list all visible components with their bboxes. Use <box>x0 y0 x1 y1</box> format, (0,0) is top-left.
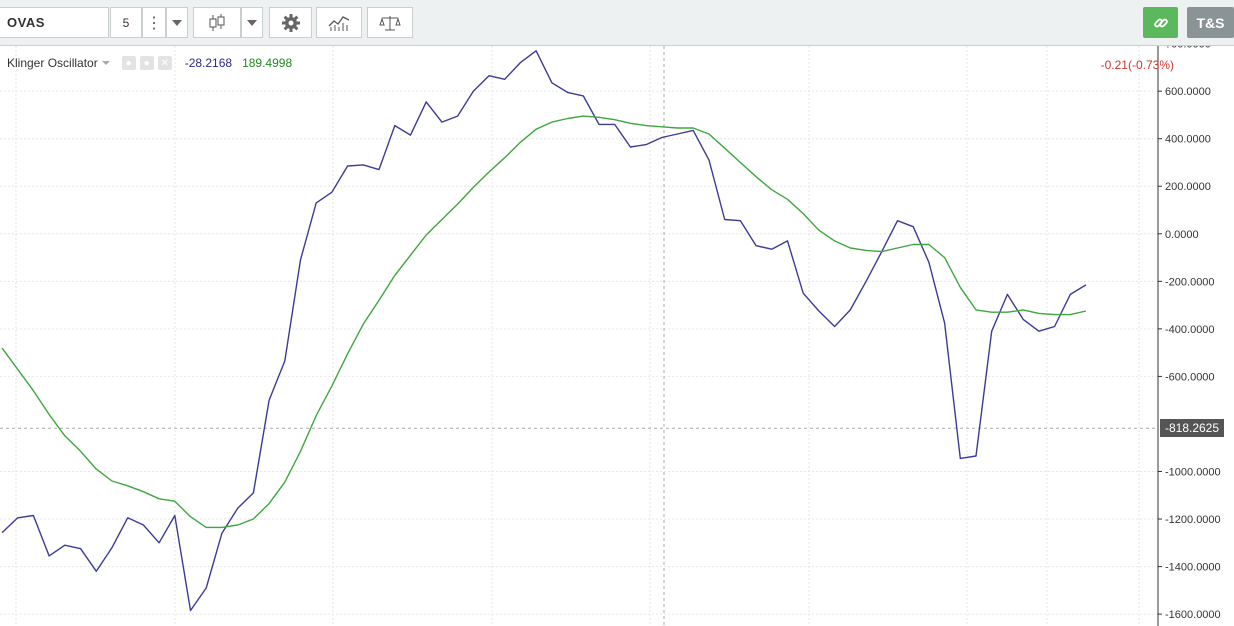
y-tick-label-11: ?00.0000 <box>1165 46 1211 51</box>
interval-menu-icon[interactable]: ⋮ <box>142 7 166 38</box>
signal-value: 189.4998 <box>242 56 293 70</box>
price-axis: -1600.0000 -1400.0000 -1200.0000 -1000.0000… <box>1158 46 1221 621</box>
kvo-line <box>1 50 1087 612</box>
y-tick-label-6: -200.0000 <box>1165 276 1215 288</box>
indicator-menu-chevron-icon[interactable] <box>101 61 110 65</box>
y-tick-label-7: 0.0000 <box>1165 229 1199 241</box>
chart-type-button[interactable] <box>193 7 241 38</box>
interval-input[interactable]: 5 <box>110 7 142 38</box>
candlestick-icon <box>209 13 225 31</box>
crosshair-price-tag: -818.2625 <box>1160 419 1224 438</box>
y-tick-label-1: -1400.0000 <box>1165 562 1221 574</box>
settings-icon[interactable]: ● <box>139 56 154 70</box>
time-and-sales-button[interactable]: T&S <box>1187 7 1234 38</box>
chart-canvas[interactable]: -1600.0000 -1400.0000 -1200.0000 -1000.0000… <box>0 46 1234 626</box>
indicators-button[interactable] <box>316 7 362 38</box>
visibility-eye-icon[interactable]: ● <box>121 56 136 70</box>
series-group <box>1 50 1087 612</box>
toolbar: OVAS 5 ⋮ T&S <box>0 0 1234 46</box>
y-tick-label-4: -600.0000 <box>1165 371 1215 383</box>
y-tick-label-8: 200.0000 <box>1165 181 1211 193</box>
compare-button[interactable] <box>367 7 413 38</box>
indicator-legend: Klinger Oscillator ● ● ✕ -28.2168 189.49… <box>7 56 292 70</box>
gear-icon <box>281 13 300 32</box>
remove-close-icon[interactable]: ✕ <box>157 56 172 70</box>
share-link-button[interactable] <box>1143 7 1178 38</box>
settings-button[interactable] <box>269 7 312 38</box>
chart-grid <box>0 46 1158 626</box>
y-tick-label-10: 600.0000 <box>1165 86 1211 98</box>
link-icon <box>1153 18 1168 27</box>
kvo-value: -28.2168 <box>184 56 233 70</box>
price-change: -0.21(-0.73%) <box>1100 58 1174 72</box>
y-tick-label-2: -1200.0000 <box>1165 514 1221 526</box>
chart-type-dropdown-chevron-icon[interactable] <box>241 7 263 38</box>
interval-dropdown-chevron-icon[interactable] <box>166 7 188 38</box>
indicator-name[interactable]: Klinger Oscillator <box>7 56 98 70</box>
symbol-input[interactable]: OVAS <box>0 7 109 38</box>
y-tick-label-5: -400.0000 <box>1165 324 1215 336</box>
y-tick-label-3: -1000.0000 <box>1165 466 1221 478</box>
scale-icon <box>379 15 401 30</box>
y-tick-label-9: 400.0000 <box>1165 134 1211 146</box>
indicators-icon <box>328 15 350 31</box>
signal-line <box>1 115 1087 529</box>
y-tick-label-0: -1600.0000 <box>1165 609 1221 621</box>
